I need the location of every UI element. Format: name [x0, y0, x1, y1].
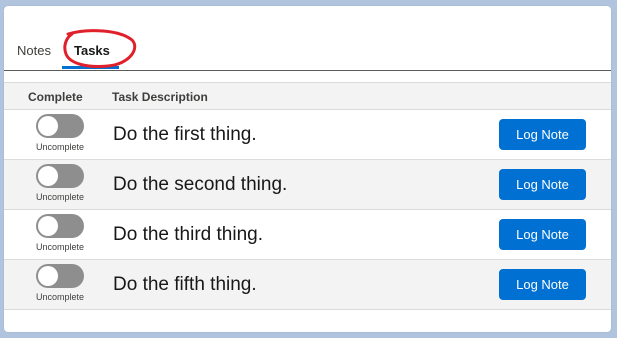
log-note-button[interactable]: Log Note	[499, 219, 586, 250]
log-note-button[interactable]: Log Note	[499, 169, 586, 200]
table-row: Uncomplete Do the third thing. Log Note	[4, 210, 611, 260]
task-description: Do the second thing.	[113, 174, 288, 195]
task-description: Do the fifth thing.	[113, 274, 257, 295]
toggle-knob	[38, 166, 58, 186]
log-note-button[interactable]: Log Note	[499, 269, 586, 300]
task-description: Do the first thing.	[113, 124, 257, 145]
complete-toggle[interactable]	[36, 114, 84, 138]
tasks-card: Notes Tasks Complete Task Description Un…	[4, 6, 611, 332]
table-row: Uncomplete Do the fifth thing. Log Note	[4, 260, 611, 310]
complete-toggle[interactable]	[36, 164, 84, 188]
table-row: Uncomplete Do the first thing. Log Note	[4, 110, 611, 160]
table-row: Uncomplete Do the second thing. Log Note	[4, 160, 611, 210]
log-note-button[interactable]: Log Note	[499, 119, 586, 150]
toggle-status-label: Uncomplete	[36, 242, 85, 252]
tab-bar: Notes Tasks	[4, 6, 611, 71]
complete-toggle[interactable]	[36, 214, 84, 238]
tab-notes[interactable]: Notes	[17, 43, 51, 58]
toggle-knob	[38, 266, 58, 286]
toggle-status-label: Uncomplete	[36, 292, 85, 302]
column-header-description: Task Description	[112, 90, 208, 104]
toggle-knob	[38, 216, 58, 236]
complete-toggle[interactable]	[36, 264, 84, 288]
column-header-complete: Complete	[28, 90, 83, 104]
toggle-knob	[38, 116, 58, 136]
task-description: Do the third thing.	[113, 224, 263, 245]
table-header: Complete Task Description	[4, 82, 611, 110]
task-table: Complete Task Description Uncomplete Do …	[4, 82, 611, 310]
toggle-status-label: Uncomplete	[36, 142, 85, 152]
red-circle-annotation	[63, 29, 137, 68]
toggle-status-label: Uncomplete	[36, 192, 85, 202]
